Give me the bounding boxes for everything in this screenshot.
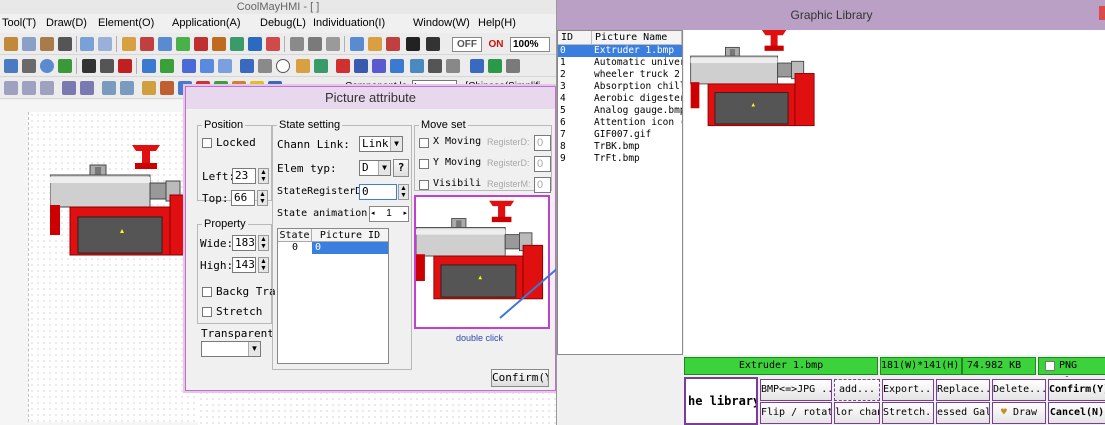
list-item[interactable]: 3 Absorption chille [558, 81, 682, 93]
close-icon[interactable] [1099, 6, 1105, 20]
list-item[interactable]: 9 TrFt.bmp [558, 153, 682, 165]
library-name[interactable]: he library [684, 377, 758, 425]
list-item[interactable]: 8 TrBK.bmp [558, 141, 682, 153]
extruder-library-graphic [690, 30, 815, 127]
list-item[interactable]: 4 Aerobic digester [558, 93, 682, 105]
library-actions: he library BMP<=>JPG ... add... Export..… [684, 377, 1105, 425]
library-status-bar: Extruder 1.bmp 181(W)*141(H) 74.982 KB P… [684, 357, 1105, 387]
bmp-jpg-convert-button[interactable]: BMP<=>JPG ... [760, 379, 832, 401]
library-confirm-button[interactable]: Confirm(Y) [1048, 379, 1105, 401]
list-item[interactable]: 1 Automatic univers [558, 57, 682, 69]
list-item[interactable]: 2 wheeler truck 2.b [558, 69, 682, 81]
list-item[interactable]: 5 Analog gauge.bmp [558, 105, 682, 117]
brush-icon: ♥ [1000, 407, 1007, 418]
png-clear-toggle[interactable]: PNG Clear [1038, 357, 1105, 387]
compressed-gallery-button[interactable]: essed Gal [936, 402, 990, 424]
status-size: 74.982 KB [962, 357, 1036, 375]
list-header-name[interactable]: Picture Name [592, 31, 682, 45]
library-cancel-button[interactable]: Cancel(N) [1048, 402, 1105, 424]
stretch-button[interactable]: Stretch... [882, 402, 934, 424]
color-change-button[interactable]: lor change [834, 402, 880, 424]
picture-list: ID Picture Name 0 Extruder 1.bmp 1 Automat… [557, 30, 683, 355]
png-clear-checkbox[interactable] [1045, 361, 1055, 371]
graphic-library-window: Graphic Library ID Picture Name 0 Extrude… [556, 0, 1105, 425]
list-item[interactable]: 7 GIF007.gif [558, 129, 682, 141]
list-item[interactable]: 6 Attention icon (e [558, 117, 682, 129]
flip-rotate-button[interactable]: Flip / rotate [760, 402, 832, 424]
status-file-name: Extruder 1.bmp [684, 357, 878, 375]
list-header-id[interactable]: ID [558, 31, 592, 45]
add-button[interactable]: add... [834, 379, 880, 401]
replace-button[interactable]: Replace... [936, 379, 990, 401]
draw-button-label: Draw [1012, 407, 1038, 418]
draw-button[interactable]: ♥ Draw [992, 402, 1046, 424]
status-dimensions: 181(W)*141(H) [880, 357, 962, 375]
library-title: Graphic Library [557, 0, 1105, 30]
delete-button[interactable]: Delete... [992, 379, 1046, 401]
library-preview [684, 30, 1105, 355]
list-item[interactable]: 0 Extruder 1.bmp [558, 45, 682, 57]
export-button[interactable]: Export... [882, 379, 934, 401]
